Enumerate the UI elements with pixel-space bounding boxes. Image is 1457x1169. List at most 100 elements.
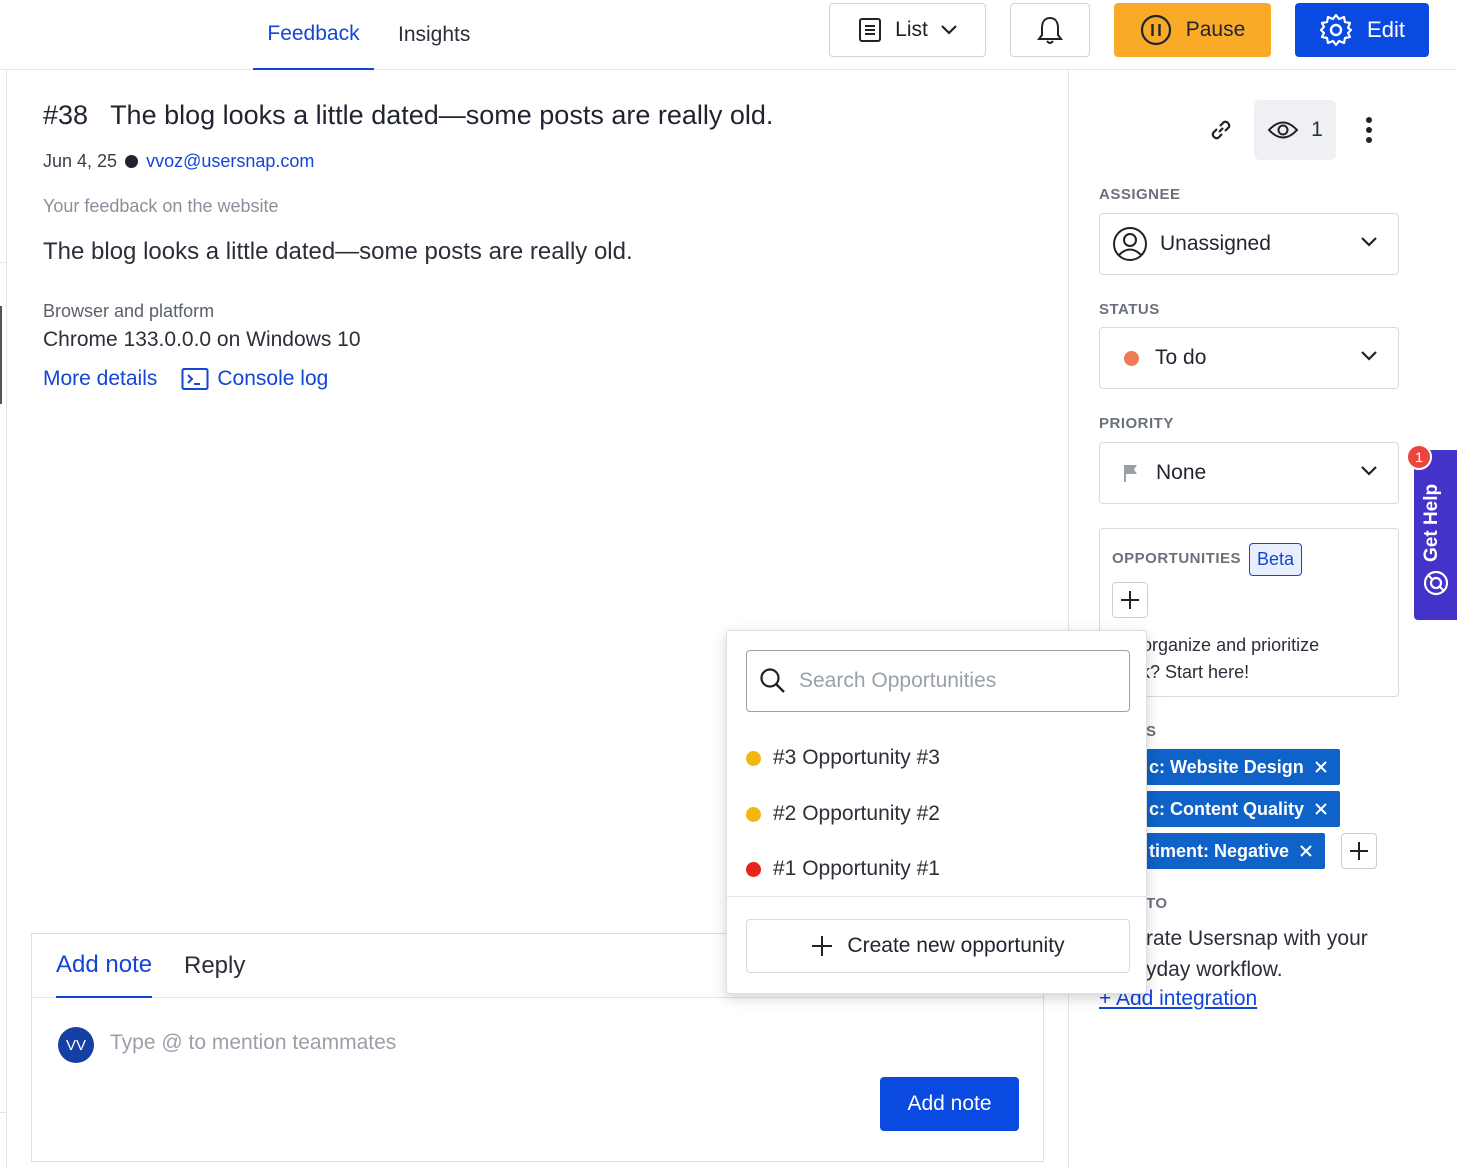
get-help-widget[interactable]: 1 Get Help [1406,444,1457,620]
pause-icon [1140,14,1171,46]
left-scroll-indicator [0,306,2,404]
feedback-answer: The blog looks a little dated—some posts… [43,238,633,265]
pause-button[interactable]: Pause [1114,3,1271,57]
console-log-label: Console log [217,367,329,390]
separator-dot [125,155,139,168]
close-icon[interactable] [1299,844,1313,858]
opportunity-search[interactable] [746,650,1130,712]
integrations-label: TO [1146,895,1168,912]
plus-icon [1121,591,1139,609]
feedback-title: #38 The blog looks a little dated—some po… [43,100,773,131]
tab-feedback[interactable]: Feedback [253,0,374,70]
tab-reply[interactable]: Reply [184,934,245,998]
user-circle-icon [1113,227,1147,261]
view-select-label: List [895,18,928,41]
tags-label: S [1146,723,1157,740]
opportunity-label: #2 Opportunity #2 [773,802,940,825]
close-icon[interactable] [1314,802,1328,816]
lifebuoy-icon [1423,570,1449,596]
close-icon[interactable] [1314,760,1328,774]
viewers-button[interactable]: 1 [1254,100,1336,160]
opportunities-hint: t to organize and prioritize back? Start… [1112,635,1320,682]
search-icon [760,668,785,693]
left-tick [0,1112,7,1113]
popover-divider [727,896,1146,897]
opportunity-label: #3 Opportunity #3 [773,746,940,769]
tab-insights[interactable]: Insights [398,0,470,70]
assignee-label: ASSIGNEE [1099,186,1181,203]
opportunity-popover: #3 Opportunity #3 #2 Opportunity #2 #1 O… [726,630,1147,994]
status-dot-icon [1124,350,1139,366]
viewer-count: 1 [1311,118,1323,141]
status-label: STATUS [1099,301,1160,318]
priority-label: PRIORITY [1099,415,1174,432]
integration-text: rate Usersnap with your yday workflow. [1146,927,1368,981]
help-badge: 1 [1406,444,1432,470]
assignee-value: Unassigned [1160,232,1271,255]
tag-chip[interactable]: c: Website Design [1146,749,1340,785]
tag-label: c: Content Quality [1149,798,1305,819]
detail-links: More details Console log [43,367,328,391]
more-details-link[interactable]: More details [43,367,157,391]
kebab-menu-icon [1366,117,1372,143]
feedback-number: #38 [43,100,89,130]
flag-icon [1124,465,1137,482]
chevron-down-icon [941,25,957,35]
top-bar: Feedback Insights List Pause Edit [0,0,1457,70]
edit-label: Edit [1367,17,1405,42]
create-opportunity-label: Create new opportunity [847,934,1065,957]
plus-icon [812,936,833,956]
priority-dot-icon [746,861,761,877]
question-label: Your feedback on the website [43,196,279,216]
tag-chip[interactable]: timent: Negative [1146,833,1326,869]
link-icon [1211,120,1231,140]
copy-link-button[interactable] [1198,100,1244,160]
gear-icon [1319,13,1353,47]
more-options-button[interactable] [1352,100,1386,160]
tag-chip[interactable]: c: Content Quality [1146,791,1341,827]
opportunity-item[interactable]: #1 Opportunity #1 [746,854,940,884]
priority-value: None [1156,461,1207,484]
chevron-down-icon [1361,466,1377,476]
left-tick [0,262,7,263]
browser-label: Browser and platform [43,301,215,321]
tag-label: timent: Negative [1149,840,1290,861]
feedback-date: Jun 4, 25 [43,151,118,171]
console-log-link[interactable]: Console log [181,367,328,391]
browser-value: Chrome 133.0.0.0 on Windows 10 [43,328,361,351]
assignee-select[interactable]: Unassigned [1099,213,1399,275]
terminal-icon [181,368,209,390]
left-divider [6,70,7,1169]
add-opportunity-button[interactable] [1112,582,1148,618]
priority-dot-icon [746,806,761,822]
chevron-down-icon [1361,351,1377,361]
tag-label: c: Website Design [1149,756,1304,777]
bell-icon [1037,16,1063,44]
opportunity-search-input[interactable] [799,669,1119,693]
opportunity-label: #1 Opportunity #1 [773,857,940,880]
sidebar-divider [1068,70,1069,1169]
create-opportunity-button[interactable]: Create new opportunity [746,919,1130,973]
plus-icon [1350,842,1368,860]
priority-select[interactable]: None [1099,442,1399,504]
feedback-meta: Jun 4, 25 vvoz@usersnap.com [43,151,314,172]
notifications-button[interactable] [1010,3,1090,57]
status-value: To do [1155,346,1207,369]
priority-dot-icon [746,750,761,766]
opportunity-item[interactable]: #3 Opportunity #3 [746,743,940,773]
tab-add-note[interactable]: Add note [56,934,153,998]
author-email-link[interactable]: vvoz@usersnap.com [146,151,314,172]
note-input[interactable]: Type @ to mention teammates [110,1031,710,1055]
view-select[interactable]: List [829,3,986,57]
chevron-down-icon [1361,237,1377,247]
add-note-button[interactable]: Add note [880,1077,1019,1131]
edit-button[interactable]: Edit [1295,3,1429,57]
beta-badge: Beta [1249,543,1303,576]
get-help-label: Get Help [1421,483,1442,562]
pause-label: Pause [1185,18,1246,41]
add-tag-button[interactable] [1341,833,1377,869]
feedback-title-text: The blog looks a little dated—some posts… [110,100,774,130]
avatar: VV [58,1027,94,1063]
opportunity-item[interactable]: #2 Opportunity #2 [746,799,940,829]
status-select[interactable]: To do [1099,327,1399,389]
